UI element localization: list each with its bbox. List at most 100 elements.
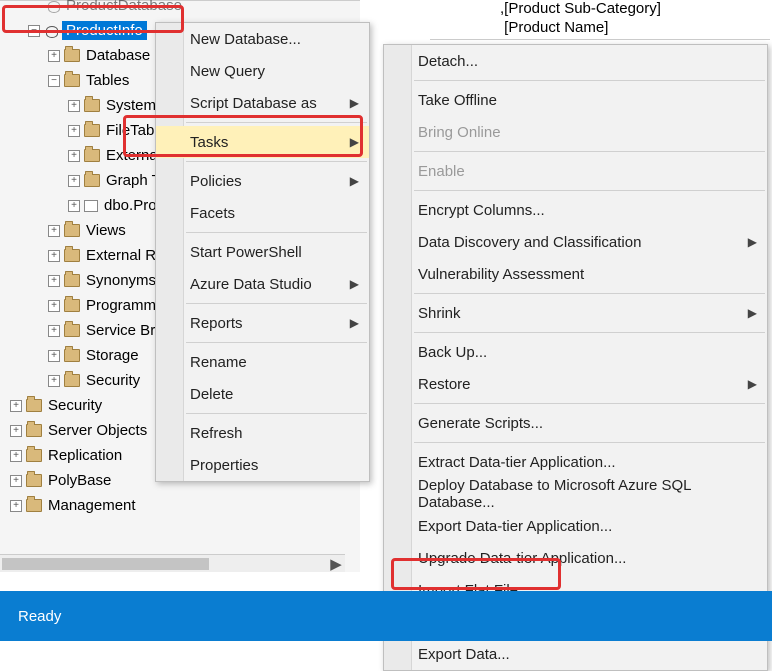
expand-icon[interactable]	[68, 100, 80, 112]
menu-separator	[414, 80, 765, 81]
menu-back-up[interactable]: Back Up...	[384, 336, 767, 368]
tree-label: ProductInfo	[62, 21, 147, 40]
expand-icon[interactable]	[48, 50, 60, 62]
menu-take-offline[interactable]: Take Offline	[384, 84, 767, 116]
menu-bring-online: Bring Online	[384, 116, 767, 148]
menu-detach[interactable]: Detach...	[384, 45, 767, 77]
menu-export-data[interactable]: Export Data...	[384, 638, 767, 670]
tree-node-productdatabase[interactable]: ProductDatabase	[0, 0, 360, 18]
menu-restore[interactable]: Restore▶	[384, 368, 767, 400]
expand-icon[interactable]	[48, 300, 60, 312]
menu-separator	[414, 403, 765, 404]
expand-icon[interactable]	[10, 450, 22, 462]
menu-refresh[interactable]: Refresh	[156, 417, 369, 449]
menu-properties[interactable]: Properties	[156, 449, 369, 481]
tree-label: Tables	[84, 72, 129, 89]
menu-separator	[186, 122, 367, 123]
expand-icon[interactable]	[68, 150, 80, 162]
folder-icon	[64, 249, 80, 262]
collapse-icon[interactable]	[28, 25, 40, 37]
folder-icon	[84, 124, 100, 137]
tree-label: PolyBase	[46, 472, 111, 489]
chevron-right-icon: ▶	[748, 235, 757, 249]
menu-separator	[414, 190, 765, 191]
menu-generate-scripts[interactable]: Generate Scripts...	[384, 407, 767, 439]
menu-encrypt-columns[interactable]: Encrypt Columns...	[384, 194, 767, 226]
expand-icon[interactable]	[48, 250, 60, 262]
tasks-submenu: Detach... Take Offline Bring Online Enab…	[383, 44, 768, 671]
collapse-icon[interactable]	[48, 75, 60, 87]
folder-icon	[64, 274, 80, 287]
folder-icon	[64, 374, 80, 387]
expand-icon[interactable]	[48, 325, 60, 337]
menu-tasks[interactable]: Tasks▶	[156, 126, 369, 158]
database-icon	[44, 24, 58, 38]
folder-icon	[64, 324, 80, 337]
menu-export-datatier[interactable]: Export Data-tier Application...	[384, 510, 767, 542]
database-icon	[46, 0, 60, 13]
menu-policies[interactable]: Policies▶	[156, 165, 369, 197]
menu-start-powershell[interactable]: Start PowerShell	[156, 236, 369, 268]
table-icon	[84, 200, 98, 212]
tree-node-management[interactable]: Management	[0, 493, 360, 518]
menu-vulnerability-assessment[interactable]: Vulnerability Assessment	[384, 258, 767, 290]
expand-icon[interactable]	[48, 225, 60, 237]
menu-separator	[414, 293, 765, 294]
expand-icon[interactable]	[68, 175, 80, 187]
horizontal-scrollbar[interactable]: ▶	[0, 554, 345, 572]
tree-label: Views	[84, 222, 126, 239]
folder-icon	[64, 49, 80, 62]
menu-separator	[186, 413, 367, 414]
expand-icon[interactable]	[10, 500, 22, 512]
expand-icon[interactable]	[48, 375, 60, 387]
menu-data-discovery[interactable]: Data Discovery and Classification▶	[384, 226, 767, 258]
menu-azure-data-studio[interactable]: Azure Data Studio▶	[156, 268, 369, 300]
sql-editor-snippet: ,[Product Sub-Category] [Product Name]	[430, 0, 770, 40]
menu-new-query[interactable]: New Query	[156, 55, 369, 87]
expand-icon[interactable]	[10, 475, 22, 487]
menu-deploy-azure[interactable]: Deploy Database to Microsoft Azure SQL D…	[384, 478, 767, 510]
chevron-right-icon: ▶	[350, 316, 359, 330]
menu-shrink[interactable]: Shrink▶	[384, 297, 767, 329]
tree-label: Security	[84, 372, 140, 389]
folder-icon	[84, 174, 100, 187]
menu-separator	[186, 342, 367, 343]
folder-icon	[26, 499, 42, 512]
tree-label: Synonyms	[84, 272, 156, 289]
tree-label: Server Objects	[46, 422, 147, 439]
menu-separator	[414, 151, 765, 152]
folder-icon	[26, 474, 42, 487]
folder-icon	[64, 349, 80, 362]
menu-extract-datatier[interactable]: Extract Data-tier Application...	[384, 446, 767, 478]
expand-icon[interactable]	[48, 350, 60, 362]
folder-icon	[64, 299, 80, 312]
menu-separator	[414, 442, 765, 443]
expand-icon[interactable]	[68, 200, 80, 212]
chevron-right-icon: ▶	[748, 306, 757, 320]
scroll-thumb[interactable]	[2, 558, 209, 570]
chevron-right-icon: ▶	[748, 377, 757, 391]
expand-icon[interactable]	[10, 425, 22, 437]
menu-separator	[186, 303, 367, 304]
menu-rename[interactable]: Rename	[156, 346, 369, 378]
menu-new-database[interactable]: New Database...	[156, 23, 369, 55]
chevron-right-icon: ▶	[350, 135, 359, 149]
chevron-right-icon: ▶	[350, 174, 359, 188]
menu-delete[interactable]: Delete	[156, 378, 369, 410]
status-bar: Ready	[0, 591, 772, 641]
menu-facets[interactable]: Facets	[156, 197, 369, 229]
menu-reports[interactable]: Reports▶	[156, 307, 369, 339]
chevron-right-icon: ▶	[350, 277, 359, 291]
expand-icon[interactable]	[10, 400, 22, 412]
menu-separator	[414, 332, 765, 333]
folder-icon	[84, 99, 100, 112]
status-text: Ready	[18, 608, 61, 625]
menu-script-database-as[interactable]: Script Database as▶	[156, 87, 369, 119]
tree-label: Security	[46, 397, 102, 414]
expand-icon[interactable]	[68, 125, 80, 137]
chevron-right-icon: ▶	[350, 96, 359, 110]
menu-upgrade-datatier[interactable]: Upgrade Data-tier Application...	[384, 542, 767, 574]
expand-icon[interactable]	[48, 275, 60, 287]
scroll-right-icon[interactable]: ▶	[327, 555, 345, 573]
tree-label: ProductDatabase	[64, 0, 182, 14]
